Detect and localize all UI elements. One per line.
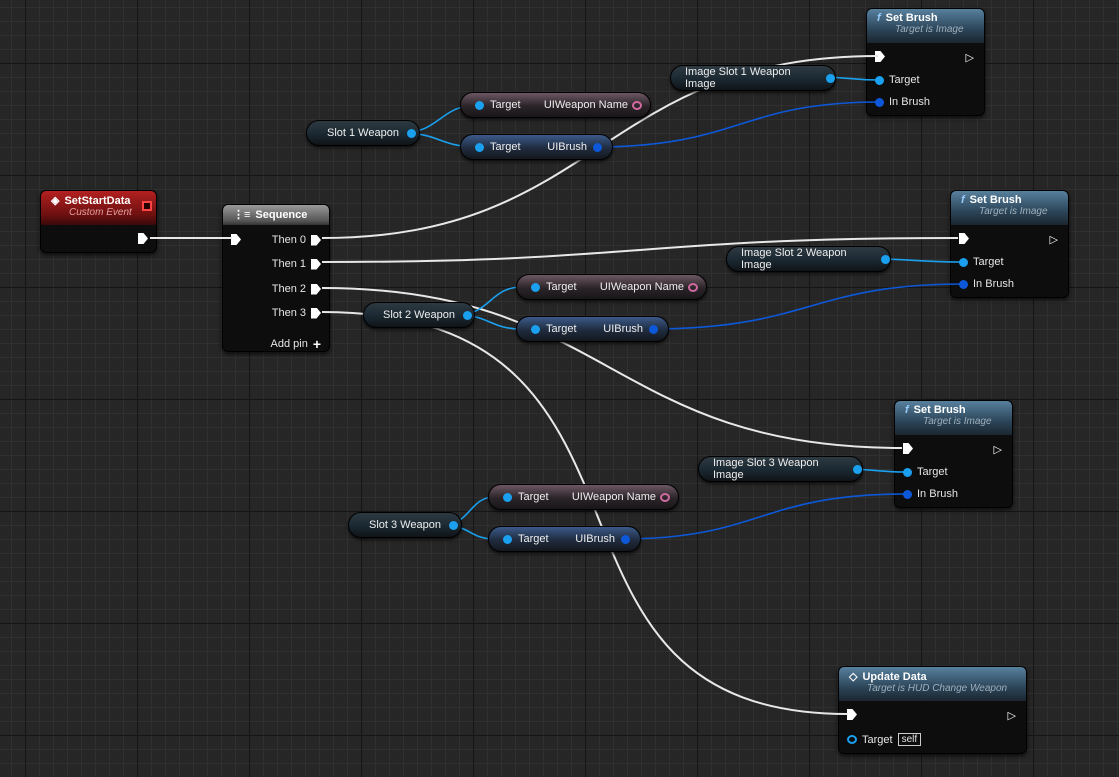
get-ui-brush-2[interactable]: Target UIBrush: [516, 316, 669, 342]
text-pin-icon[interactable]: [632, 100, 642, 110]
get-ui-brush-3[interactable]: Target UIBrush: [488, 526, 641, 552]
event-diamond-icon: ◇: [849, 671, 858, 683]
function-icon: f: [877, 12, 881, 24]
update-data-node[interactable]: ◇ Update Data Target is HUD Change Weapon …: [838, 666, 1027, 754]
in-brush-pin[interactable]: In Brush: [875, 96, 930, 108]
event-diamond-icon: ◈: [51, 195, 60, 207]
then-0-pin[interactable]: Then 0: [272, 234, 321, 246]
plus-icon: +: [312, 336, 321, 352]
get-weapon-name-2[interactable]: Target UIWeapon Name: [516, 274, 707, 300]
exec-in-pin[interactable]: [903, 443, 913, 454]
exec-out-icon: ▷: [1007, 710, 1016, 722]
get-ui-brush-1[interactable]: Target UIBrush: [460, 134, 613, 160]
exec-in-pin[interactable]: [847, 709, 857, 720]
exec-out-icon: ▷: [1049, 234, 1058, 246]
exec-in-pin[interactable]: [875, 51, 885, 62]
slot-3-weapon-variable[interactable]: Slot 3 Weapon: [348, 512, 462, 538]
image-slot-2-variable[interactable]: Image Slot 2 Weapon Image: [726, 246, 891, 272]
exec-in-pin[interactable]: [959, 233, 969, 244]
in-brush-pin[interactable]: In Brush: [959, 278, 1014, 290]
then-3-pin[interactable]: Then 3: [272, 307, 321, 319]
exec-out-pin[interactable]: ▷: [1008, 709, 1016, 722]
exec-out-pin[interactable]: [138, 233, 148, 244]
then-1-pin[interactable]: Then 1: [272, 258, 321, 270]
set-brush-node-2[interactable]: f Set Brush Target is Image ▷ Target In Br…: [950, 190, 1069, 298]
exec-in-pin[interactable]: [231, 234, 241, 245]
target-pin[interactable]: Target: [875, 74, 920, 86]
target-pin[interactable]: Target: [903, 466, 948, 478]
get-weapon-name-1[interactable]: Target UIWeapon Name: [460, 92, 651, 118]
target-pin[interactable]: Target: [959, 256, 1004, 268]
text-pin-icon[interactable]: [660, 492, 670, 502]
exec-out-icon: ▷: [993, 444, 1002, 456]
set-start-data-event-node[interactable]: ◈ SetStartData Custom Event: [40, 190, 157, 253]
sequence-node[interactable]: ⋮≡ Sequence Then 0 Then 1 Then 2 Then 3 A…: [222, 204, 330, 352]
exec-out-pin[interactable]: ▷: [994, 443, 1002, 456]
function-icon: f: [961, 194, 965, 206]
get-weapon-name-3[interactable]: Target UIWeapon Name: [488, 484, 679, 510]
function-icon: f: [905, 404, 909, 416]
add-pin-button[interactable]: Add pin +: [271, 336, 322, 352]
set-brush-node-1[interactable]: f Set Brush Target is Image ▷ Target In Br…: [866, 8, 985, 116]
text-pin-icon[interactable]: [688, 282, 698, 292]
self-default-value: self: [897, 733, 922, 746]
slot-2-weapon-variable[interactable]: Slot 2 Weapon: [363, 302, 475, 328]
exec-out-pin[interactable]: ▷: [1050, 233, 1058, 246]
set-brush-node-3[interactable]: f Set Brush Target is Image ▷ Target In Br…: [894, 400, 1013, 508]
then-2-pin[interactable]: Then 2: [272, 283, 321, 295]
sequence-icon: ⋮≡: [233, 209, 251, 221]
slot-1-weapon-variable[interactable]: Slot 1 Weapon: [306, 120, 420, 146]
image-slot-3-variable[interactable]: Image Slot 3 Weapon Image: [698, 456, 863, 482]
image-slot-1-variable[interactable]: Image Slot 1 Weapon Image: [670, 65, 836, 91]
in-brush-pin[interactable]: In Brush: [903, 488, 958, 500]
exec-out-icon: ▷: [965, 52, 974, 64]
target-pin[interactable]: Target self: [847, 733, 922, 746]
exec-out-pin[interactable]: ▷: [966, 51, 974, 64]
delegate-pin-icon[interactable]: [142, 201, 152, 211]
